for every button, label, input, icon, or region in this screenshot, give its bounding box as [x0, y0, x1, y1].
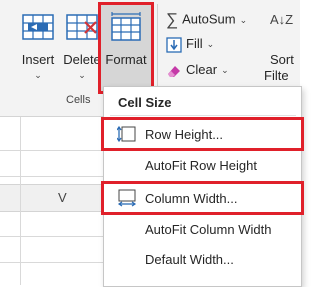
cell-size-header: Cell Size — [118, 95, 172, 110]
sort-az-icon: A↓Z — [270, 12, 294, 27]
cells-group-label: Cells — [66, 94, 91, 106]
menu-divider — [110, 115, 296, 116]
autofit-row-height-item[interactable]: AutoFit Row Height — [104, 151, 301, 179]
filter-label: Filte — [264, 68, 289, 83]
fill-down-icon — [166, 36, 182, 53]
autofit-row-height-label: AutoFit Row Height — [145, 158, 257, 173]
column-header-v[interactable]: V — [58, 190, 67, 205]
column-width-icon — [117, 189, 137, 207]
autofit-column-width-label: AutoFit Column Width — [145, 222, 272, 237]
format-button[interactable]: Format — [98, 2, 154, 94]
column-width-label: Column Width... — [145, 191, 238, 206]
chevron-down-icon: ⌄ — [78, 70, 86, 80]
column-width-item[interactable]: Column Width... — [101, 181, 304, 215]
chevron-down-icon: ⌄ — [221, 65, 229, 76]
grid-line — [20, 117, 21, 285]
fill-label: Fill — [186, 36, 203, 51]
delete-label: Delete — [63, 52, 101, 67]
autosum-button[interactable]: ∑ AutoSum ⌄ — [166, 10, 247, 30]
format-cells-icon — [111, 12, 141, 41]
delete-cells-icon — [66, 14, 98, 40]
default-width-label: Default Width... — [145, 252, 234, 267]
insert-cells-icon — [22, 14, 54, 40]
column-header-row — [0, 184, 110, 212]
sort-filter-button[interactable]: A↓Z Sort Filte — [262, 4, 300, 88]
chevron-down-icon: ⌄ — [34, 70, 42, 80]
row-height-item[interactable]: Row Height... — [101, 117, 304, 151]
default-width-item[interactable]: Default Width... — [104, 245, 301, 273]
fill-button[interactable]: Fill ⌄ — [166, 36, 214, 56]
insert-button[interactable]: Insert ⌄ — [14, 4, 62, 82]
autosum-label: AutoSum — [182, 11, 236, 27]
row-height-icon — [117, 125, 136, 143]
sigma-icon: ∑ — [166, 10, 179, 29]
delete-button[interactable]: Delete ⌄ — [62, 4, 102, 82]
format-label: Format — [105, 52, 147, 67]
chevron-down-icon: ⌄ — [239, 14, 248, 25]
autofit-column-width-item[interactable]: AutoFit Column Width — [104, 215, 301, 243]
sort-label: Sort — [270, 52, 294, 67]
clear-button[interactable]: Clear ⌄ — [166, 62, 229, 82]
chevron-down-icon: ⌄ — [206, 39, 215, 50]
row-height-label: Row Height... — [145, 127, 224, 142]
eraser-icon — [168, 65, 180, 77]
format-dropdown-menu: Cell Size Row Height... AutoFit Row Heig… — [101, 86, 304, 287]
insert-label: Insert — [21, 52, 55, 67]
clear-label: Clear — [186, 62, 218, 77]
